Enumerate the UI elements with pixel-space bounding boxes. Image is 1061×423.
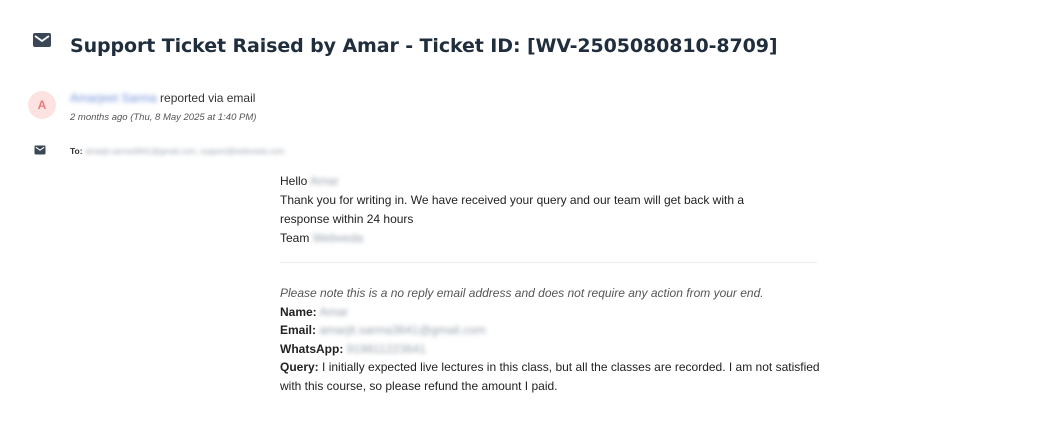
signoff-name: Webveda xyxy=(312,231,364,245)
name-value: Amar xyxy=(319,304,349,319)
recipients: To: amarjit.sarma3641@gmail.com, support… xyxy=(70,146,284,156)
timestamp: 2 months ago (Thu, 8 May 2025 at 1:40 PM… xyxy=(70,112,257,123)
ticket-details: Please note this is a no reply email add… xyxy=(280,284,820,395)
whatsapp-value: 919811223641 xyxy=(346,341,426,356)
ticket-title: Support Ticket Raised by Amar - Ticket I… xyxy=(70,35,778,57)
greeting-line: Hello Amar xyxy=(280,172,820,191)
detail-email: Email: amarjit.sarma3641@gmail.com xyxy=(280,321,820,340)
divider xyxy=(280,262,817,263)
signoff-line: Team Webveda xyxy=(280,229,820,248)
greeting-name: Amar xyxy=(310,174,339,188)
detail-whatsapp: WhatsApp: 919811223641 xyxy=(280,340,820,359)
signoff: Team xyxy=(280,231,310,245)
query-value: I initially expected live lectures in th… xyxy=(280,360,820,393)
name-label: Name: xyxy=(280,304,317,319)
whatsapp-label: WhatsApp: xyxy=(280,341,344,356)
body-line-2: response within 24 hours xyxy=(280,212,414,226)
email-label: Email: xyxy=(280,323,317,337)
ticket-header xyxy=(32,30,52,50)
to-label: To: xyxy=(70,146,83,156)
to-row xyxy=(34,145,46,155)
email-value: amarjit.sarma3641@gmail.com xyxy=(319,323,486,337)
greeting: Hello xyxy=(280,174,308,188)
body-line-1: Thank you for writing in. We have receiv… xyxy=(280,193,745,207)
detail-name: Name: Amar xyxy=(280,303,820,322)
envelope-icon xyxy=(34,145,46,155)
avatar: A xyxy=(28,91,56,119)
to-value: amarjit.sarma3641@gmail.com, support@web… xyxy=(84,147,285,156)
sender-action: reported via email xyxy=(160,91,256,105)
no-reply-note: Please note this is a no reply email add… xyxy=(280,286,764,300)
sender-name-link[interactable]: Amarjeet Sarma xyxy=(70,91,157,105)
detail-query: Query: I initially expected live lecture… xyxy=(280,358,820,395)
email-body: Hello Amar Thank you for writing in. We … xyxy=(280,172,820,248)
sender-line: Amarjeet Sarma reported via email xyxy=(70,91,255,105)
query-label: Query: xyxy=(280,360,319,374)
envelope-icon xyxy=(33,33,51,47)
